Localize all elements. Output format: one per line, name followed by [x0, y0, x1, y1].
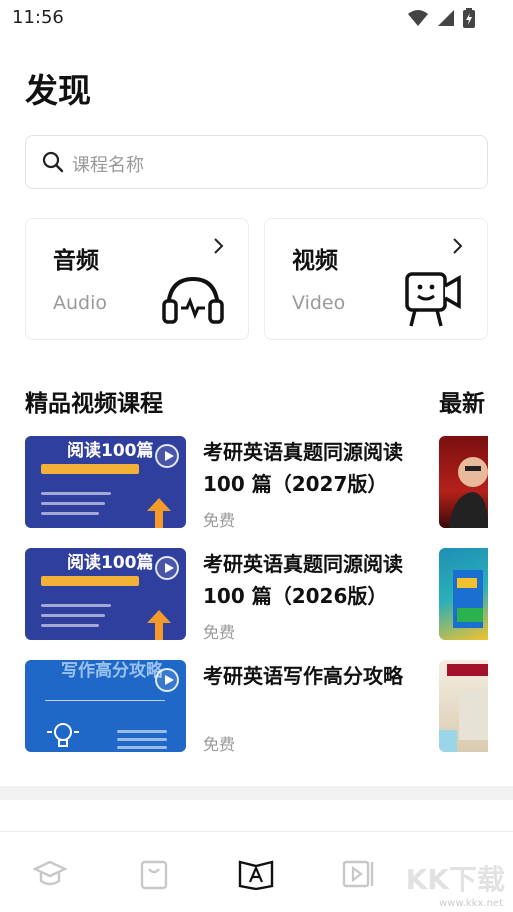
course-price: 免费 [203, 735, 236, 754]
thumbnail-line [117, 738, 167, 741]
play-icon [155, 668, 179, 692]
course-title: 考研英语真题同源阅读 100 篇（2026版） [203, 552, 403, 608]
course-title: 考研英语写作高分攻略 [203, 664, 403, 688]
course-item[interactable]: 阅读100篇 考研英语真题同源阅读 100 篇（2027版） 免费 [25, 436, 425, 530]
thumbnail-line [117, 730, 167, 733]
thumbnail-banner [41, 464, 139, 474]
section-title-latest[interactable]: 最新 [439, 384, 485, 418]
book-cover-icon [453, 570, 483, 628]
course-thumbnail: 写作高分攻略 [25, 660, 186, 752]
search-input[interactable]: 课程名称 [25, 135, 488, 189]
search-placeholder: 课程名称 [72, 155, 144, 176]
thumbnail-line [41, 502, 105, 505]
tab-discover[interactable] [238, 856, 274, 892]
watermark-url: www.kkx.net [439, 898, 503, 909]
lightbulb-icon [47, 723, 79, 747]
course-title: 考研英语真题同源阅读 100 篇（2027版） [203, 440, 403, 496]
section-title-featured-videos: 精品视频课程 [25, 391, 163, 417]
status-bar: 11:56 [0, 0, 513, 36]
section-divider [0, 786, 513, 800]
course-price: 免费 [203, 511, 236, 530]
book-icon [238, 860, 274, 890]
tab-shop[interactable] [136, 856, 172, 892]
thumbnail-title: 阅读100篇 [67, 553, 154, 573]
status-time: 11:56 [12, 7, 64, 28]
thumbnail-title: 写作高分攻略 [61, 661, 163, 681]
watermark-logo: KK下载 [405, 863, 505, 896]
page-title: 发现 [25, 71, 91, 110]
battery-icon [463, 8, 475, 28]
video-play-icon [342, 860, 374, 888]
arrow-up-icon [147, 498, 171, 528]
course-thumbnail: 阅读100篇 [25, 436, 186, 528]
audio-card-title: 音频 [53, 248, 99, 274]
tab-learn[interactable] [32, 856, 68, 892]
tab-video[interactable] [341, 856, 377, 892]
course-item[interactable]: 阅读100篇 考研英语真题同源阅读 100 篇（2026版） 免费 [25, 548, 425, 642]
chevron-right-icon [214, 238, 224, 254]
thumbnail-banner [41, 576, 139, 586]
bag-icon [140, 860, 168, 890]
latest-course-thumbnail[interactable] [439, 548, 488, 640]
chevron-right-icon [453, 238, 463, 254]
status-icons [407, 8, 475, 28]
video-camera-icon [405, 272, 461, 327]
audio-card-subtitle: Audio [53, 292, 108, 314]
thumbnail-line [45, 700, 165, 701]
thumbnail-line [117, 746, 167, 749]
book-cover-icon [439, 664, 488, 752]
play-icon [155, 556, 179, 580]
thumbnail-line [41, 624, 99, 627]
thumbnail-line [41, 492, 111, 495]
course-price: 免费 [203, 623, 236, 642]
course-thumbnail: 阅读100篇 [25, 548, 186, 640]
wifi-icon [408, 10, 428, 26]
video-card-title: 视频 [292, 248, 338, 274]
person-photo-icon [449, 457, 488, 528]
arrow-up-icon [147, 610, 171, 640]
audio-card[interactable]: 音频 Audio [25, 218, 249, 340]
headphones-icon [162, 276, 224, 324]
search-icon [42, 151, 64, 173]
thumbnail-line [41, 604, 111, 607]
latest-course-thumbnail[interactable] [439, 436, 488, 528]
thumbnail-line [41, 614, 105, 617]
thumbnail-line [41, 512, 99, 515]
video-card-subtitle: Video [292, 292, 346, 314]
video-card[interactable]: 视频 Video [264, 218, 488, 340]
latest-course-thumbnail[interactable] [439, 660, 488, 752]
graduation-cap-icon [33, 860, 67, 886]
course-item[interactable]: 写作高分攻略 考研英语写作高分攻略 免费 [25, 660, 425, 754]
signal-icon [438, 10, 454, 26]
thumbnail-title: 阅读100篇 [67, 441, 154, 461]
play-icon [155, 444, 179, 468]
